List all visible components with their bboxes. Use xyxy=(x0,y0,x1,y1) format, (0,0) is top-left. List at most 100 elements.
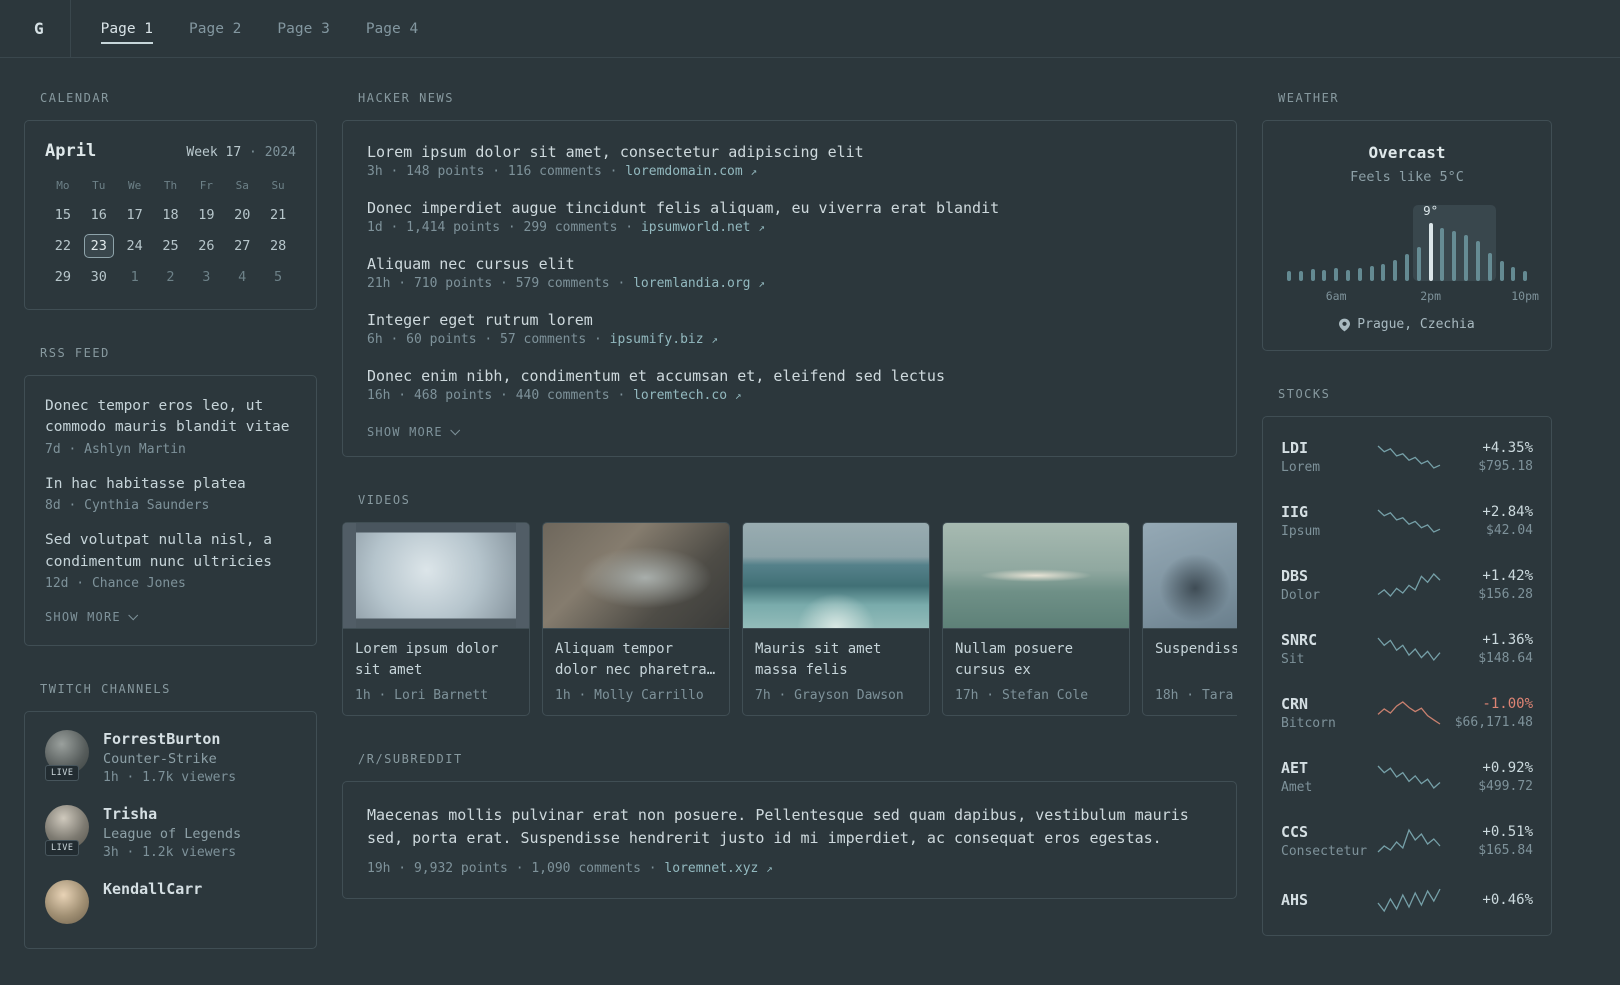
calendar-day: 28 xyxy=(269,238,287,254)
stock-price: $156.28 xyxy=(1478,587,1533,602)
hn-headline[interactable]: Donec enim nibh, condimentum et accumsan… xyxy=(367,367,1212,385)
stock-sparkline xyxy=(1377,828,1441,854)
hn-headline[interactable]: Lorem ipsum dolor sit amet, consectetur … xyxy=(367,143,1212,161)
stock-price: $165.84 xyxy=(1478,843,1533,858)
weather-bar xyxy=(1523,271,1528,281)
hn-show-more-button[interactable]: SHOW MORE xyxy=(367,424,460,439)
video-thumbnail[interactable] xyxy=(543,523,729,629)
stock-values: +2.84% $42.04 xyxy=(1441,504,1533,538)
stock-row[interactable]: DBS Dolor +1.42% $156.28 xyxy=(1281,553,1533,617)
hn-domain-link[interactable]: loremtech.co ↗ xyxy=(633,388,741,403)
stock-name: Ipsum xyxy=(1281,524,1321,539)
rss-headline[interactable]: In hac habitasse platea xyxy=(45,474,296,495)
twitch-name[interactable]: KendallCarr xyxy=(103,880,202,898)
tab-page-4[interactable]: Page 4 xyxy=(364,13,420,45)
calendar-day: 20 xyxy=(234,207,251,223)
calendar-day: 2 xyxy=(166,269,175,285)
hn-domain-link[interactable]: loremdomain.com ↗ xyxy=(625,164,757,179)
hn-headline[interactable]: Donec imperdiet augue tincidunt felis al… xyxy=(367,199,1212,217)
calendar-day: 17 xyxy=(126,207,143,223)
hn-meta-text: 6h · 60 points · 57 comments · xyxy=(367,332,602,347)
video-thumbnail[interactable] xyxy=(743,523,929,629)
stock-row[interactable]: CCS Consectetur +0.51% $165.84 xyxy=(1281,809,1533,873)
calendar-day: 30 xyxy=(90,269,107,285)
video-thumbnail[interactable] xyxy=(943,523,1129,629)
calendar-year: 2024 xyxy=(264,145,296,160)
weather-bar xyxy=(1499,261,1504,281)
rss-show-more-button[interactable]: SHOW MORE xyxy=(45,610,138,624)
video-title[interactable]: Mauris sit amet massa felis xyxy=(755,639,917,681)
weather-card: Overcast Feels like 5°C 9° 6am 2pm 10pm Pr… xyxy=(1262,120,1552,351)
weather-bar xyxy=(1345,270,1350,281)
video-card[interactable]: Nullam posuere cursus ex 17h · Stefan Co… xyxy=(942,522,1130,716)
video-card[interactable]: Lorem ipsum dolor sit amet consectetu… 1… xyxy=(342,522,530,716)
calendar-day-header: Tu xyxy=(92,179,106,192)
hn-headline[interactable]: Aliquam nec cursus elit xyxy=(367,255,1212,273)
stock-sparkline xyxy=(1377,700,1441,726)
weather-bar-slot xyxy=(1472,205,1484,281)
subreddit-post[interactable]: Maecenas mollis pulvinar erat non posuer… xyxy=(367,804,1212,851)
stock-symbol: AHS xyxy=(1281,891,1309,909)
video-meta: 1h · Lori Barnett xyxy=(355,688,489,703)
calendar-day: 29 xyxy=(54,269,72,285)
calendar-day: 25 xyxy=(162,238,179,254)
tab-page-2[interactable]: Page 2 xyxy=(187,13,243,45)
weather-bar-slot xyxy=(1366,205,1378,281)
hn-domain-link[interactable]: ipsumify.biz ↗ xyxy=(610,332,718,347)
rss-headline[interactable]: Sed volutpat nulla nisl, a condimentum n… xyxy=(45,530,296,573)
stock-row[interactable]: IIG Ipsum +2.84% $42.04 xyxy=(1281,489,1533,553)
separator-dot: · xyxy=(249,145,257,160)
section-title-weather: WEATHER xyxy=(1278,91,1340,105)
stock-row[interactable]: AET Amet +0.92% $499.72 xyxy=(1281,745,1533,809)
twitch-name[interactable]: ForrestBurton xyxy=(103,730,236,748)
hn-domain: loremlandia.org xyxy=(633,276,751,291)
weather-bar-slot xyxy=(1460,205,1472,281)
stock-row[interactable]: AHS +0.46% xyxy=(1281,873,1533,927)
tab-page-1[interactable]: Page 1 xyxy=(99,13,155,45)
video-title[interactable]: Nullam posuere cursus ex xyxy=(955,639,1117,681)
calendar-day: 5 xyxy=(274,269,283,285)
hn-domain-link[interactable]: ipsumworld.net ↗ xyxy=(641,220,765,235)
calendar-card: April Week 17 · 2024 Mo Tu We Th Fr Sa S… xyxy=(24,120,317,310)
twitch-name[interactable]: Trisha xyxy=(103,805,241,823)
video-thumbnail[interactable] xyxy=(343,523,529,629)
twitch-meta: 1h · 1.7k viewers xyxy=(103,770,237,786)
hn-domain-link[interactable]: loremlandia.org ↗ xyxy=(633,276,765,291)
video-card[interactable]: Aliquam tempor dolor nec pharetra… 1h · … xyxy=(542,522,730,716)
video-card[interactable]: Mauris sit amet massa felis 7h · Grayson… xyxy=(742,522,930,716)
video-card[interactable]: Suspendisse diam 18h · Tara xyxy=(1142,522,1237,716)
calendar-day-selected: 23 xyxy=(83,234,114,258)
twitch-item[interactable]: LIVE Trisha League of Legends 3h · 1.2k … xyxy=(45,805,296,860)
hn-headline[interactable]: Integer eget rutrum lorem xyxy=(367,311,1212,329)
stock-change: +0.51% xyxy=(1482,824,1533,840)
stock-row[interactable]: SNRC Sit +1.36% $148.64 xyxy=(1281,617,1533,681)
rss-headline[interactable]: Donec tempor eros leo, ut commodo mauris… xyxy=(45,396,296,439)
app-logo[interactable]: G xyxy=(26,0,71,57)
tab-page-3[interactable]: Page 3 xyxy=(275,13,331,45)
stock-sparkline xyxy=(1377,764,1441,790)
weather-widget: WEATHER Overcast Feels like 5°C 9° 6am 2p… xyxy=(1262,91,1552,351)
hn-domain: ipsumworld.net xyxy=(640,220,751,235)
video-title[interactable]: Suspendisse diam xyxy=(1155,639,1237,681)
weather-bar xyxy=(1310,269,1315,281)
stock-row[interactable]: CRN Bitcorn -1.00% $66,171.48 xyxy=(1281,681,1533,745)
stock-row[interactable]: LDI Lorem +4.35% $795.18 xyxy=(1281,425,1533,489)
video-meta: 18h · Tara xyxy=(1155,688,1234,703)
rss-item: Donec tempor eros leo, ut commodo mauris… xyxy=(45,396,296,457)
video-title[interactable]: Lorem ipsum dolor sit amet consectetu… xyxy=(355,639,517,681)
hn-meta-text: 16h · 468 points · 440 comments · xyxy=(367,388,626,403)
weather-bar xyxy=(1405,254,1410,281)
hn-domain: ipsumify.biz xyxy=(609,332,704,347)
hn-meta: 1d · 1,414 points · 299 comments · ipsum… xyxy=(367,220,1212,235)
video-thumbnail[interactable] xyxy=(1143,523,1237,629)
weather-bar-slot xyxy=(1483,205,1496,281)
twitch-item[interactable]: KendallCarr xyxy=(45,880,296,925)
hn-meta-text: 1d · 1,414 points · 299 comments · xyxy=(367,220,634,235)
video-title[interactable]: Aliquam tempor dolor nec pharetra… xyxy=(555,639,717,681)
stock-values: +4.35% $795.18 xyxy=(1441,440,1533,474)
stock-values: +0.51% $165.84 xyxy=(1441,824,1533,858)
twitch-item[interactable]: LIVE ForrestBurton Counter-Strike 1h · 1… xyxy=(45,730,296,785)
chevron-down-icon xyxy=(128,610,138,621)
video-body: Nullam posuere cursus ex 17h · Stefan Co… xyxy=(943,629,1129,715)
subreddit-domain-link[interactable]: loremnet.xyz ↗ xyxy=(664,861,772,876)
